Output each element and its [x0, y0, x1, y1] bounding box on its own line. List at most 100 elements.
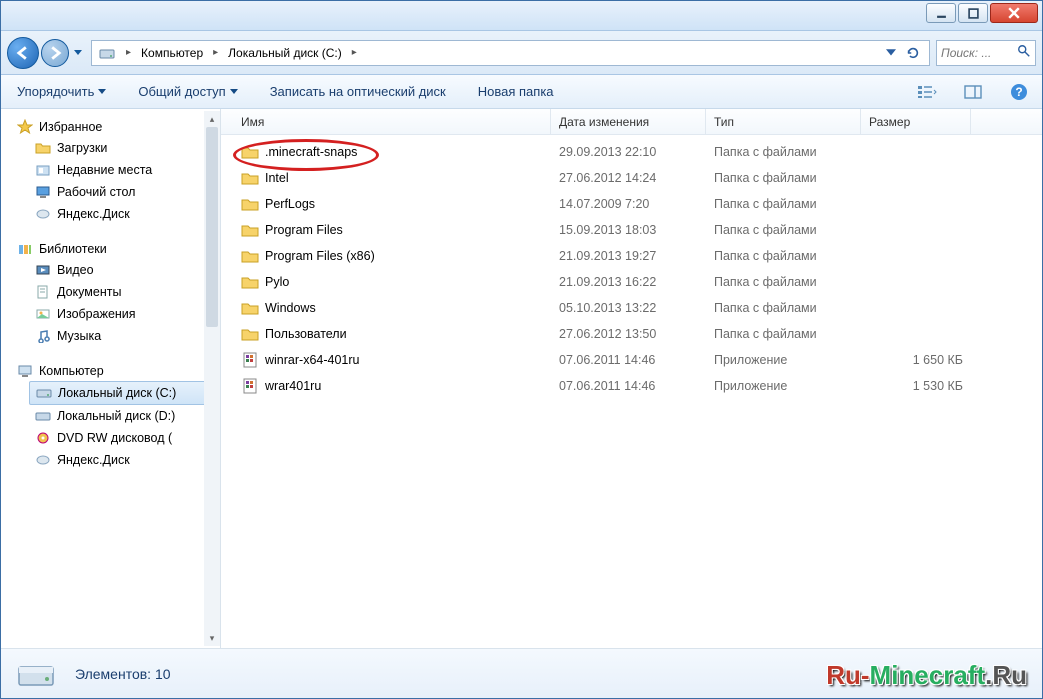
refresh-icon[interactable] — [903, 43, 923, 63]
file-row[interactable]: Program Files (x86) 21.09.2013 19:27Папка… — [221, 243, 1042, 269]
column-size[interactable]: Размер — [861, 109, 971, 134]
minimize-button[interactable] — [926, 3, 956, 23]
file-row[interactable]: wrar401ru07.06.2011 14:46Приложение1 530… — [221, 373, 1042, 399]
file-size: 1 650 КБ — [861, 353, 971, 367]
sidebar-item-label: Недавние места — [57, 163, 152, 177]
file-name: .minecraft-snaps — [265, 145, 357, 159]
file-row[interactable]: Пользователи27.06.2012 13:50Папка с файл… — [221, 321, 1042, 347]
file-type: Папка с файлами — [706, 249, 861, 263]
status-text: Элементов: 10 — [75, 666, 171, 682]
search-input[interactable] — [941, 46, 1001, 60]
file-row[interactable]: winrar-x64-401ru07.06.2011 14:46Приложен… — [221, 347, 1042, 373]
sidebar-item-label: Документы — [57, 285, 121, 299]
forward-button[interactable] — [41, 39, 69, 67]
drive-icon — [35, 408, 51, 424]
address-row: ▸ Компьютер ▸ Локальный диск (C:) ▸ — [1, 31, 1042, 75]
disk-icon — [35, 452, 51, 468]
chevron-right-icon[interactable]: ▸ — [120, 47, 137, 58]
search-box[interactable] — [936, 40, 1036, 66]
file-name: winrar-x64-401ru — [265, 353, 359, 367]
file-date: 27.06.2012 14:24 — [551, 171, 706, 185]
burn-button[interactable]: Записать на оптический диск — [264, 80, 452, 103]
file-name: Program Files (x86) — [265, 249, 375, 263]
sidebar-item-music[interactable]: Музыка — [1, 325, 220, 347]
scroll-up-button[interactable]: ▴ — [204, 111, 220, 127]
sidebar-item-desktop[interactable]: Рабочий стол — [1, 181, 220, 203]
new-folder-button[interactable]: Новая папка — [472, 80, 560, 103]
share-button[interactable]: Общий доступ — [132, 80, 243, 103]
chevron-down-icon[interactable] — [881, 43, 901, 63]
chevron-right-icon[interactable]: ▸ — [346, 47, 363, 58]
address-bar[interactable]: ▸ Компьютер ▸ Локальный диск (C:) ▸ — [91, 40, 930, 66]
sidebar-item-videos[interactable]: Видео — [1, 259, 220, 281]
sidebar-head-libraries[interactable]: Библиотеки — [1, 239, 220, 259]
sidebar-item-label: DVD RW дисковод ( — [57, 431, 172, 445]
desktop-icon — [35, 184, 51, 200]
sidebar-item-recent[interactable]: Недавние места — [1, 159, 220, 181]
sidebar-item-label: Локальный диск (C:) — [58, 386, 176, 400]
file-date: 21.09.2013 16:22 — [551, 275, 706, 289]
maximize-button[interactable] — [958, 3, 988, 23]
help-button[interactable]: ? — [1006, 79, 1032, 105]
file-row[interactable]: Program Files 15.09.2013 18:03Папка с фай… — [221, 217, 1042, 243]
breadcrumb-drive-c[interactable]: Локальный диск (C:) — [224, 41, 346, 65]
organize-button[interactable]: Упорядочить — [11, 80, 112, 103]
music-icon — [35, 328, 51, 344]
search-icon[interactable] — [1017, 44, 1031, 61]
sidebar-item-downloads[interactable]: Загрузки — [1, 137, 220, 159]
explorer-window: ▸ Компьютер ▸ Локальный диск (C:) ▸ Упор… — [0, 0, 1043, 699]
svg-text:?: ? — [1015, 85, 1022, 99]
sidebar-item-drive-c[interactable]: Локальный диск (C:) — [29, 381, 216, 405]
sidebar-item-dvd[interactable]: DVD RW дисковод ( — [1, 427, 220, 449]
file-date: 21.09.2013 19:27 — [551, 249, 706, 263]
drive-icon — [15, 653, 57, 695]
nav-history-dropdown[interactable] — [71, 37, 85, 69]
file-type: Папка с файлами — [706, 223, 861, 237]
file-date: 15.09.2013 18:03 — [551, 223, 706, 237]
file-row[interactable]: PerfLogs14.07.2009 7:20Папка с файлами — [221, 191, 1042, 217]
exe-icon — [241, 377, 259, 395]
view-options-button[interactable] — [914, 79, 940, 105]
sidebar-item-label: Загрузки — [57, 141, 107, 155]
close-button[interactable] — [990, 3, 1038, 23]
chevron-right-icon[interactable]: ▸ — [207, 47, 224, 58]
sidebar-item-label: Рабочий стол — [57, 185, 135, 199]
column-date[interactable]: Дата изменения — [551, 109, 706, 134]
file-name: wrar401ru — [265, 379, 321, 393]
file-row[interactable]: Intel27.06.2012 14:24Папка с файлами — [221, 165, 1042, 191]
file-row[interactable]: Pylo21.09.2013 16:22Папка с файлами — [221, 269, 1042, 295]
sidebar-item-label: Локальный диск (D:) — [57, 409, 175, 423]
file-list: .minecraft-snaps29.09.2013 22:10Папка с … — [221, 135, 1042, 648]
sidebar-item-documents[interactable]: Документы — [1, 281, 220, 303]
exe-icon — [241, 351, 259, 369]
scroll-down-button[interactable]: ▾ — [204, 630, 220, 646]
sidebar-head-computer[interactable]: Компьютер — [1, 361, 220, 381]
file-row[interactable]: Windows05.10.2013 13:22Папка с файлами — [221, 295, 1042, 321]
sidebar-item-drive-d[interactable]: Локальный диск (D:) — [1, 405, 220, 427]
sidebar-item-pictures[interactable]: Изображения — [1, 303, 220, 325]
pictures-icon — [35, 306, 51, 322]
titlebar — [1, 1, 1042, 31]
folder-icon — [241, 247, 259, 265]
scrollbar-thumb[interactable] — [206, 127, 218, 327]
file-row[interactable]: .minecraft-snaps29.09.2013 22:10Папка с … — [221, 139, 1042, 165]
disk-icon — [35, 206, 51, 222]
scrollbar-track[interactable] — [204, 127, 220, 630]
folder-icon — [241, 195, 259, 213]
sidebar-item-label: Музыка — [57, 329, 101, 343]
sidebar-head-favorites[interactable]: Избранное — [1, 117, 220, 137]
sidebar-label: Компьютер — [39, 364, 104, 378]
file-type: Папка с файлами — [706, 145, 861, 159]
breadcrumb-computer[interactable]: Компьютер — [137, 41, 207, 65]
folder-icon — [241, 169, 259, 187]
computer-icon — [17, 363, 33, 379]
preview-pane-button[interactable] — [960, 79, 986, 105]
file-date: 27.06.2012 13:50 — [551, 327, 706, 341]
column-name[interactable]: Имя — [221, 109, 551, 134]
file-type: Папка с файлами — [706, 327, 861, 341]
sidebar-item-yandexdisk[interactable]: Яндекс.Диск — [1, 203, 220, 225]
sidebar-item-yandexdisk2[interactable]: Яндекс.Диск — [1, 449, 220, 471]
column-type[interactable]: Тип — [706, 109, 861, 134]
file-name: Program Files — [265, 223, 343, 237]
back-button[interactable] — [7, 37, 39, 69]
